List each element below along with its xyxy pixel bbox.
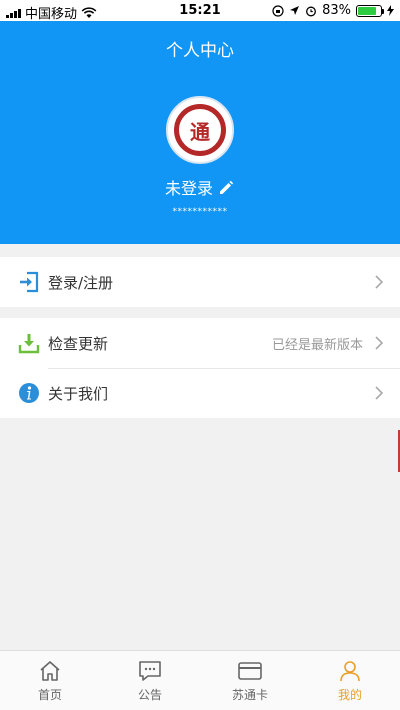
tab-label: 公告 — [137, 688, 162, 702]
battery-percent: 83% — [322, 3, 351, 18]
page-title: 个人中心 — [166, 41, 234, 61]
tab-home[interactable]: 首页 — [0, 651, 100, 710]
tab-mine[interactable]: 我的 — [300, 651, 400, 710]
login-register-row[interactable]: 登录/注册 — [0, 257, 400, 307]
avatar[interactable]: 通 — [166, 96, 234, 164]
battery-icon — [356, 4, 384, 17]
avatar-logo-char: 通 — [190, 119, 210, 144]
login-register-label: 登录/注册 — [48, 273, 114, 292]
tab-notice[interactable]: 公告 — [100, 651, 200, 710]
status-right: 83% — [272, 3, 394, 18]
info-icon — [18, 382, 40, 404]
message-icon — [139, 661, 161, 681]
pencil-icon[interactable] — [217, 178, 235, 196]
charging-icon — [387, 5, 394, 16]
chevron-right-icon — [375, 386, 384, 400]
card-icon — [238, 662, 262, 680]
chevron-right-icon — [375, 275, 384, 289]
avatar-logo: 通 — [174, 104, 226, 156]
update-status: 已经是最新版本 — [271, 337, 363, 353]
tab-label: 我的 — [337, 688, 362, 702]
chevron-right-icon — [375, 336, 384, 350]
rotation-lock-icon — [272, 4, 284, 17]
status-bar: 中国移动 15:21 83% — [0, 0, 400, 22]
user-name: 未登录 — [164, 179, 213, 198]
download-icon — [18, 332, 40, 354]
about-us-label: 关于我们 — [48, 384, 109, 403]
tab-bar: 首页 公告 苏通卡 我的 — [0, 650, 400, 710]
menu-group-account: 登录/注册 — [0, 257, 400, 307]
user-icon — [340, 661, 360, 682]
profile-header: 个人中心 通 未登录 *********** — [0, 21, 400, 244]
tab-label: 首页 — [37, 688, 62, 702]
menu-group-app: 检查更新 已经是最新版本 关于我们 — [0, 318, 400, 418]
home-icon — [40, 661, 60, 681]
user-name-row[interactable]: 未登录 — [0, 175, 400, 199]
check-update-label: 检查更新 — [48, 334, 109, 353]
battery-fill — [358, 6, 377, 15]
location-icon — [290, 6, 300, 15]
login-icon — [18, 271, 40, 293]
tab-label: 苏通卡 — [231, 688, 268, 702]
alarm-icon — [306, 6, 317, 16]
about-us-row[interactable]: 关于我们 — [0, 368, 400, 418]
user-masked-id: *********** — [172, 207, 228, 217]
check-update-row[interactable]: 检查更新 已经是最新版本 — [0, 318, 400, 368]
tab-card[interactable]: 苏通卡 — [200, 651, 300, 710]
